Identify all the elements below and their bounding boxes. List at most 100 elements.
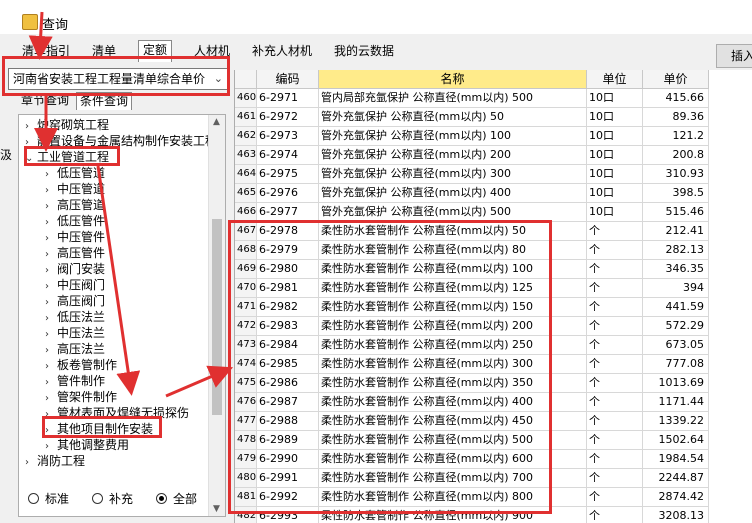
column-header-price[interactable]: 单价 [643, 70, 709, 89]
tree-item[interactable]: › 板卷管制作 [45, 357, 117, 373]
cell-price: 2244.87 [643, 469, 709, 488]
table-row[interactable]: 460 6-2971 管内局部充氩保护 公称直径(mm以内) 500 10口 415.6… [235, 89, 752, 108]
cell-price: 394 [643, 279, 709, 298]
tree-item[interactable]: › 低压法兰 [45, 309, 105, 325]
cell-unit: 个 [587, 431, 643, 450]
cell-name: 管外充氩保护 公称直径(mm以内) 50 [319, 108, 587, 127]
cell-price: 398.5 [643, 184, 709, 203]
tree-item[interactable]: › 管件制作 [45, 373, 105, 389]
radio-dot-selected [156, 493, 167, 504]
cell-price: 346.35 [643, 260, 709, 279]
tree-item[interactable]: › 中压管道 [45, 181, 105, 197]
cell-unit: 10口 [587, 127, 643, 146]
cell-unit: 10口 [587, 203, 643, 222]
cell-unit: 个 [587, 374, 643, 393]
tab-supplement-material[interactable]: 补充人材机 [248, 42, 316, 62]
cell-unit: 个 [587, 279, 643, 298]
cell-code: 6-2972 [257, 108, 319, 127]
table-row[interactable]: 462 6-2973 管外充氩保护 公称直径(mm以内) 100 10口 121.2 [235, 127, 752, 146]
cell-unit: 10口 [587, 184, 643, 203]
cell-price: 200.8 [643, 146, 709, 165]
cell-name: 管外充氩保护 公称直径(mm以内) 400 [319, 184, 587, 203]
cell-unit: 个 [587, 336, 643, 355]
window-title: 查询 [42, 18, 69, 33]
cell-unit: 个 [587, 260, 643, 279]
cell-name: 管内局部充氩保护 公称直径(mm以内) 500 [319, 89, 587, 108]
tree-item[interactable]: › 中压管件 [45, 229, 105, 245]
tree-item[interactable]: › 炉窑砌筑工程 [25, 117, 109, 133]
table-row[interactable]: 463 6-2974 管外充氩保护 公称直径(mm以内) 200 10口 200.8 [235, 146, 752, 165]
tree-scrollbar[interactable]: ▲ ▼ [208, 115, 225, 516]
column-header-unit[interactable]: 单位 [587, 70, 643, 89]
scroll-thumb[interactable] [212, 219, 222, 415]
cell-row-number: 462 [235, 127, 257, 146]
cell-unit: 个 [587, 412, 643, 431]
tree-item[interactable]: › 低压管件 [45, 213, 105, 229]
radio-all[interactable]: 全部 [156, 490, 197, 508]
cell-row-number: 463 [235, 146, 257, 165]
cell-price: 3208.13 [643, 507, 709, 523]
tree-item[interactable]: › 管架件制作 [45, 389, 117, 405]
cell-price: 673.05 [643, 336, 709, 355]
cell-name: 管外充氩保护 公称直径(mm以内) 200 [319, 146, 587, 165]
app-icon [22, 14, 38, 30]
cell-price: 121.2 [643, 127, 709, 146]
cell-unit: 10口 [587, 146, 643, 165]
table-row[interactable]: 465 6-2976 管外充氩保护 公称直径(mm以内) 400 10口 398.5 [235, 184, 752, 203]
tree-item[interactable]: › 高压管道 [45, 197, 105, 213]
column-header-code[interactable]: 编码 [257, 70, 319, 89]
insert-button[interactable]: 插入 [716, 44, 752, 68]
cell-name: 管外充氩保护 公称直径(mm以内) 300 [319, 165, 587, 184]
cell-code: 6-2974 [257, 146, 319, 165]
tree-item[interactable]: › 高压法兰 [45, 341, 105, 357]
left-panel: 河南省安装工程工程量清单综合单价 ⌄ 章节查询 条件查询 › 炉窑砌筑工程 › 静置… [0, 62, 232, 523]
cell-row-number: 460 [235, 89, 257, 108]
table-row[interactable]: 464 6-2975 管外充氩保护 公称直径(mm以内) 300 10口 310.93 [235, 165, 752, 184]
column-header-name[interactable]: 名称 [319, 70, 587, 89]
title-bar: 查询 [0, 0, 752, 34]
annotation-box-library [2, 56, 230, 96]
tree-item[interactable]: › 其他调整费用 [45, 437, 129, 453]
cell-price: 1984.54 [643, 450, 709, 469]
cell-unit: 个 [587, 222, 643, 241]
cell-unit: 个 [587, 355, 643, 374]
radio-supplement[interactable]: 补充 [92, 490, 133, 508]
tree-item[interactable]: › 低压管道 [45, 165, 105, 181]
cell-price: 282.13 [643, 241, 709, 260]
radio-standard[interactable]: 标准 [28, 490, 69, 508]
chapter-tree: › 炉窑砌筑工程 › 静置设备与金属结构制作安装工程 ⌄ 工业管道工程 › 低压管道 ›… [18, 114, 226, 517]
scroll-down-icon[interactable]: ▼ [213, 504, 220, 514]
cell-price: 572.29 [643, 317, 709, 336]
cell-unit: 个 [587, 469, 643, 488]
cell-price: 212.41 [643, 222, 709, 241]
cell-price: 777.08 [643, 355, 709, 374]
cell-unit: 10口 [587, 165, 643, 184]
cell-code: 6-2971 [257, 89, 319, 108]
table-row[interactable]: 461 6-2972 管外充氩保护 公称直径(mm以内) 50 10口 89.36 [235, 108, 752, 127]
tree-item[interactable]: › 中压阀门 [45, 277, 105, 293]
cell-price: 89.36 [643, 108, 709, 127]
cell-row-number: 465 [235, 184, 257, 203]
tree-item[interactable]: › 阀门安装 [45, 261, 105, 277]
cell-price: 1339.22 [643, 412, 709, 431]
tree-item[interactable]: › 高压阀门 [45, 293, 105, 309]
tree-item[interactable]: › 消防工程 [25, 453, 85, 469]
cell-row-number: 461 [235, 108, 257, 127]
tree-item[interactable]: › 中压法兰 [45, 325, 105, 341]
tab-cloud-data[interactable]: 我的云数据 [330, 42, 398, 62]
radio-dot [92, 493, 103, 504]
cell-price: 1013.69 [643, 374, 709, 393]
scroll-up-icon[interactable]: ▲ [213, 117, 220, 127]
tree-item[interactable]: › 高压管件 [45, 245, 105, 261]
cell-price: 2874.42 [643, 488, 709, 507]
annotation-box-pipe-chapter [24, 146, 120, 166]
cell-code: 6-2975 [257, 165, 319, 184]
radio-dot [28, 493, 39, 504]
chevron-right-icon: › [25, 457, 29, 468]
annotation-box-other-items [42, 416, 162, 438]
cell-unit: 个 [587, 298, 643, 317]
cell-unit: 10口 [587, 108, 643, 127]
cell-unit: 个 [587, 488, 643, 507]
cell-unit: 个 [587, 317, 643, 336]
cell-price: 415.66 [643, 89, 709, 108]
